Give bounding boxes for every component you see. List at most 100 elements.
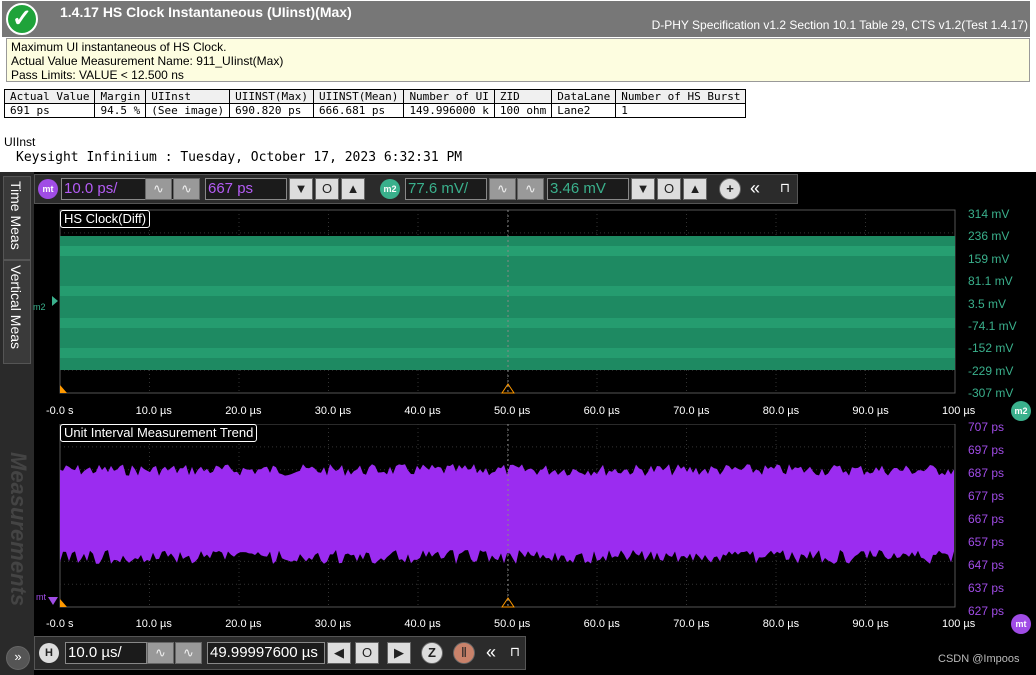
x-tick-label: 60.0 µs	[583, 618, 620, 630]
x-tick-label: 80.0 µs	[762, 405, 800, 417]
x-tick-label: 100 µs	[942, 405, 976, 417]
pin-icon[interactable]: ⊓	[773, 178, 797, 200]
col-number-of-ui: Number of UI	[403, 89, 495, 104]
measurement-name: Actual Value Measurement Name: 911_UIins…	[11, 54, 284, 68]
offset-up-icon[interactable]: ▲	[683, 178, 707, 200]
col-hs-burst: Number of HS Burst	[615, 89, 747, 104]
pin-icon[interactable]: ⊓	[503, 642, 527, 664]
y-tick-label: 667 ps	[968, 512, 1005, 526]
h-position-field[interactable]: 49.99997600 µs	[207, 642, 325, 664]
h-scale-field[interactable]: 10.0 µs/	[65, 642, 147, 664]
cell-number-of-ui: 149.996000 k	[403, 103, 495, 118]
m2-scale-field[interactable]: 77.6 mV/	[405, 178, 487, 200]
x-tick-label: 90.0 µs	[852, 618, 889, 630]
offset-zero-icon[interactable]: O	[315, 178, 339, 200]
y-tick-label: 637 ps	[968, 581, 1005, 595]
offset-up-icon[interactable]: ▲	[341, 178, 365, 200]
x-tick-label: 50.0 µs	[494, 618, 531, 630]
description: Maximum UI instantaneous of HS Clock.	[11, 40, 227, 54]
zoom-icon[interactable]: Z	[421, 642, 443, 664]
vertical-toolbar: mt 10.0 ps/ ∿ ∿ 667 ps ▼ O ▲ m2 77.6 mV/…	[34, 174, 798, 204]
col-uiinst-max: UIINST(Max)	[229, 89, 314, 104]
wave-coarse-icon[interactable]: ∿	[175, 642, 202, 664]
measurements-watermark: Measurements	[6, 452, 31, 607]
panel1-title: HS Clock(Diff)	[60, 210, 151, 228]
y-tick-label: 314 mV	[968, 207, 1010, 221]
cell-hs-burst: 1	[615, 103, 747, 118]
y-tick-label: 677 ps	[968, 489, 1005, 503]
trend-band	[60, 464, 954, 564]
cell-uiinst-max: 690.820 ps	[229, 103, 314, 118]
x-tick-label: 40.0 µs	[404, 618, 441, 630]
wave-fine-icon[interactable]: ∿	[145, 178, 172, 200]
m1-badge[interactable]: mt	[38, 179, 58, 199]
y-tick-label: 627 ps	[968, 604, 1005, 618]
results-header-row: Actual Value Margin UIInst UIINST(Max) U…	[3, 89, 747, 104]
y-tick-label: -307 mV	[968, 386, 1014, 401]
y-tick-label: 657 ps	[968, 535, 1005, 549]
collapse-icon[interactable]: «	[479, 642, 503, 664]
x-tick-label: -0.0 s	[46, 618, 74, 630]
add-icon[interactable]: +	[719, 178, 741, 200]
expand-icon[interactable]: »	[6, 646, 30, 670]
results-table: Actual Value Margin UIInst UIINST(Max) U…	[3, 89, 747, 118]
position-zero-icon[interactable]: O	[355, 642, 379, 664]
wave-fine-icon[interactable]: ∿	[147, 642, 174, 664]
tab-vertical-meas[interactable]: Vertical Meas	[3, 260, 31, 364]
panel2-title: Unit Interval Measurement Trend	[60, 424, 258, 442]
x-tick-label: 50.0 µs	[494, 405, 531, 417]
keysight-timestamp: Keysight Infiniium : Tuesday, October 17…	[16, 150, 463, 165]
y-tick-label: 647 ps	[968, 558, 1005, 572]
offset-down-icon[interactable]: ▼	[631, 178, 655, 200]
scope-sidebar: Time Meas Vertical Meas Measurements »	[0, 172, 34, 675]
x-tick-label: 10.0 µs	[135, 618, 172, 630]
mt-ground-marker-icon	[48, 597, 58, 605]
h-badge[interactable]: H	[39, 643, 59, 663]
x-tick-label: 70.0 µs	[673, 618, 710, 630]
x-tick-label: 60.0 µs	[583, 405, 620, 417]
offset-zero-icon[interactable]: O	[657, 178, 681, 200]
collapse-icon[interactable]: «	[743, 178, 767, 200]
cell-zid: 100 ohm	[493, 103, 553, 118]
col-actual-value: Actual Value	[3, 89, 96, 104]
col-margin: Margin	[94, 89, 147, 104]
x-tick-label: 10.0 µs	[135, 405, 172, 417]
test-info-box: Maximum UI instantaneous of HS Clock. Ac…	[6, 38, 1030, 82]
y-tick-label: 159 mV	[968, 251, 1010, 266]
x-tick-label: 80.0 µs	[762, 618, 800, 630]
clock-waveform-panel	[52, 209, 956, 394]
horizontal-toolbar: H 10.0 µs/ ∿ ∿ 49.99997600 µs ◀ O ▶ Z ⦀ …	[34, 636, 526, 670]
wave-coarse-icon[interactable]: ∿	[517, 178, 544, 200]
wave-fine-icon[interactable]: ∿	[489, 178, 516, 200]
x-tick-label: 20.0 µs	[225, 618, 262, 630]
position-right-icon[interactable]: ▶	[387, 642, 411, 664]
m2-channel-badge[interactable]: m2	[1011, 401, 1031, 421]
wave-coarse-icon[interactable]: ∿	[173, 178, 200, 200]
pass-limits: Pass Limits: VALUE < 12.500 ns	[11, 68, 184, 82]
test-title: 1.4.17 HS Clock Instantaneous (UIinst)(M…	[60, 4, 352, 20]
m2-offset-field[interactable]: 3.46 mV	[547, 178, 629, 200]
m2-marker: m2	[33, 302, 46, 312]
y-tick-label: 236 mV	[968, 229, 1010, 244]
m1-offset-field[interactable]: 667 ps	[205, 178, 287, 200]
mt-channel-badge[interactable]: mt	[1011, 614, 1031, 634]
trend-panel	[48, 424, 956, 608]
col-zid: ZID	[493, 89, 553, 104]
y-tick-label: 81.1 mV	[968, 274, 1013, 289]
m2-badge[interactable]: m2	[380, 179, 400, 199]
y-tick-label: 707 ps	[968, 420, 1005, 434]
table-row: 691 ps 94.5 % (See image) 690.820 ps 666…	[3, 103, 747, 118]
spec-reference: D-PHY Specification v1.2 Section 10.1 Ta…	[651, 18, 1028, 32]
cell-margin: 94.5 %	[94, 103, 147, 118]
x-tick-label: 30.0 µs	[314, 618, 352, 630]
col-datalane: DataLane	[551, 89, 617, 104]
x-tick-label: 20.0 µs	[225, 405, 262, 417]
mt-marker: mt	[36, 592, 46, 602]
tab-time-meas[interactable]: Time Meas	[3, 176, 31, 260]
y-tick-label: 697 ps	[968, 443, 1005, 457]
position-left-icon[interactable]: ◀	[327, 642, 351, 664]
x-tick-label: -0.0 s	[46, 405, 74, 417]
offset-down-icon[interactable]: ▼	[289, 178, 313, 200]
gate-icon[interactable]: ⦀	[453, 642, 475, 664]
checkmark-icon: ✓	[6, 3, 38, 35]
